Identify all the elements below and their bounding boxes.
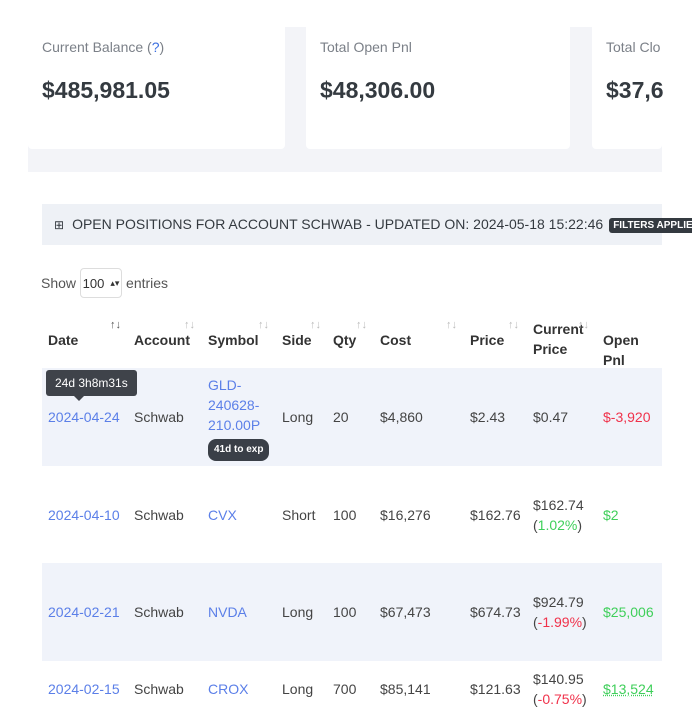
help-link[interactable]: ? xyxy=(152,39,160,55)
positions-header: ⊞ OPEN POSITIONS FOR ACCOUNT SCHWAB - UPD… xyxy=(42,204,692,245)
sort-icon[interactable]: ↑↓ xyxy=(578,319,589,331)
column-header-cost[interactable]: Cost xyxy=(380,330,411,350)
cell-current: $140.95 (-0.75%) xyxy=(533,671,587,707)
cell-pnl: $13,524 xyxy=(603,681,654,697)
cell-pnl: $25,006 xyxy=(603,604,654,620)
column-header-side[interactable]: Side xyxy=(282,330,312,350)
card-current-balance: Current Balance (?) $485,981.05 xyxy=(28,27,285,149)
cell-qty: 100 xyxy=(333,507,357,523)
cell-cost: $85,141 xyxy=(380,681,431,697)
column-header-qty[interactable]: Qty xyxy=(333,330,356,350)
column-header-current[interactable]: Current Price xyxy=(533,319,584,359)
column-header-account[interactable]: Account xyxy=(134,330,190,350)
cell-account: Schwab xyxy=(134,604,184,620)
length-control: Show 100 ▴▾ entries xyxy=(41,268,168,298)
cell-current: $0.47 xyxy=(533,409,569,425)
updown-icon: ▴▾ xyxy=(110,277,120,288)
sort-icon[interactable]: ↑↓ xyxy=(184,319,195,331)
change-percent: 1.02% xyxy=(537,517,578,533)
cell-date[interactable]: 2024-04-10 xyxy=(48,505,120,525)
cell-price: $121.63 xyxy=(470,681,521,697)
sort-icon[interactable]: ↑↓ xyxy=(446,319,457,331)
table-icon: ⊞ xyxy=(54,218,65,232)
cell-qty: 700 xyxy=(333,681,357,697)
cell-account: Schwab xyxy=(134,507,184,523)
cell-current: $162.74 (1.02%) xyxy=(533,497,584,533)
cell-price: $162.76 xyxy=(470,507,521,523)
column-header-symbol[interactable]: Symbol xyxy=(208,330,259,350)
cell-price: $2.43 xyxy=(470,409,506,425)
cell-account: Schwab xyxy=(134,681,184,697)
duration-tooltip: 24d 3h8m31s xyxy=(46,370,137,401)
cell-qty: 100 xyxy=(333,604,357,620)
cell-symbol[interactable]: CVX xyxy=(208,505,237,525)
cell-side: Long xyxy=(282,681,314,697)
symbol-link[interactable]: GLD-240628-210.00P xyxy=(208,375,264,435)
sort-icon[interactable]: ↑↓ xyxy=(508,319,519,331)
cell-current: $924.79 (-1.99%) xyxy=(533,594,587,630)
change-percent: -0.75% xyxy=(537,691,583,707)
cell-pnl: $-3,920 xyxy=(603,409,651,425)
cell-account: Schwab xyxy=(134,409,184,425)
cell-side: Short xyxy=(282,507,316,523)
cell-cost: $67,473 xyxy=(380,604,431,620)
column-header-date[interactable]: Date xyxy=(48,330,78,350)
sort-icon[interactable]: ↑↓ xyxy=(356,319,367,331)
change-percent: -1.99% xyxy=(537,614,583,630)
cell-symbol[interactable]: CROX xyxy=(208,679,248,699)
sort-icon[interactable]: ↑↓ xyxy=(310,319,321,331)
card-total-closed: Total Clo $37,6 xyxy=(592,27,664,149)
column-header-pnl[interactable]: Open Pnl xyxy=(603,330,662,370)
table-header: Date ↑↓ Account ↑↓ Symbol ↑↓ Side ↑↓ Qty ↑↓ Cost ↑↓… xyxy=(42,315,662,368)
filters-badge: FILTERS APPLIED xyxy=(609,218,692,233)
entries-select[interactable]: 100 ▴▾ xyxy=(80,268,123,298)
table-row: 2024-02-15 Schwab CROX Long 700 $85,141 $121.6… xyxy=(42,661,662,717)
sort-icon[interactable]: ↑↓ xyxy=(258,319,269,331)
cell-symbol[interactable]: NVDA xyxy=(208,602,247,622)
cell-date[interactable]: 2024-02-15 xyxy=(48,679,120,699)
cell-side: Long xyxy=(282,409,314,425)
cell-date[interactable]: 2024-04-24 xyxy=(48,407,120,427)
cell-cost: $16,276 xyxy=(380,507,431,523)
cell-pnl: $2 xyxy=(603,507,619,523)
page: Current Balance (?) $485,981.05 Total Op… xyxy=(28,27,692,717)
sort-icon[interactable]: ↑↓ xyxy=(110,319,121,331)
cell-price: $674.73 xyxy=(470,604,521,620)
cell-qty: 20 xyxy=(333,409,349,425)
column-header-price[interactable]: Price xyxy=(470,330,504,350)
cell-side: Long xyxy=(282,604,314,620)
card-total-open-pnl: Total Open Pnl $48,306.00 xyxy=(306,27,570,149)
table-row: 2024-04-10 Schwab CVX Short 100 $16,276 $162.7… xyxy=(42,466,662,563)
cell-cost: $4,860 xyxy=(380,409,423,425)
cell-date[interactable]: 2024-02-21 xyxy=(48,602,120,622)
expiry-badge: 41d to exp xyxy=(208,439,270,461)
cell-symbol[interactable]: GLD-240628-210.00P 41d to exp xyxy=(208,375,270,461)
table-row: 2024-02-21 Schwab NVDA Long 100 $67,473 $674.7… xyxy=(42,563,662,661)
